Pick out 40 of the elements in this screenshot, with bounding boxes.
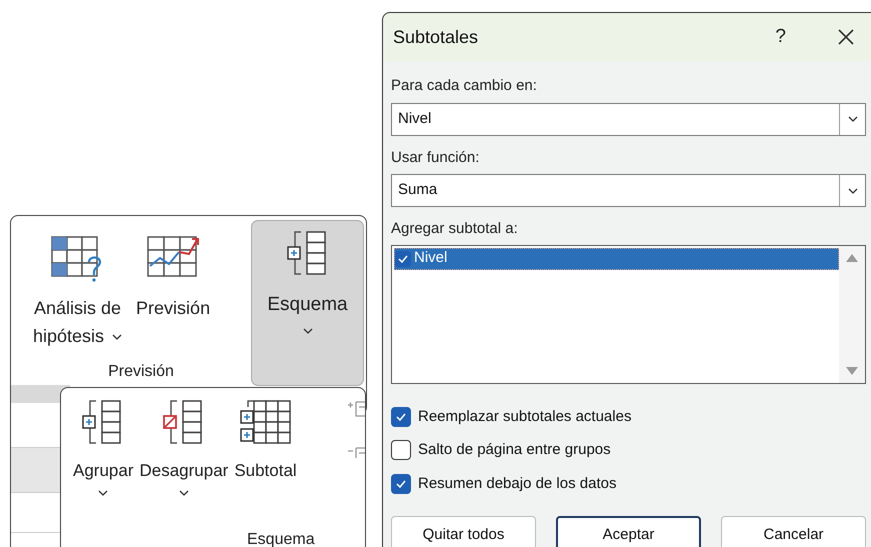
list-item-label: Nivel <box>414 248 448 268</box>
ribbon-button[interactable]: Agrupar <box>73 398 134 496</box>
combo-value: Nivel <box>397 108 432 129</box>
ribbon-button[interactable]: Esquema <box>251 220 364 386</box>
scrollbar[interactable] <box>839 246 865 382</box>
ribbon-button[interactable]: Previsión <box>134 234 212 350</box>
group-label: Previsión <box>107 362 174 382</box>
checkbox[interactable] <box>391 406 411 427</box>
checkbox[interactable] <box>395 250 411 266</box>
ribbon-button[interactable]: Desagrupar <box>139 398 228 496</box>
subtotal-listbox[interactable]: Nivel <box>391 244 866 384</box>
list-item[interactable]: Nivel <box>394 248 839 270</box>
checkbox[interactable] <box>391 474 411 494</box>
checkbox-label: Reemplazar subtotales actuales <box>418 406 632 426</box>
combo-value: Suma <box>397 180 438 200</box>
checkmark-icon <box>396 412 406 421</box>
close-icon[interactable] <box>838 29 854 45</box>
checkmark-icon <box>398 254 408 262</box>
ribbon-button[interactable]: Análisis de hipótesis <box>31 234 124 350</box>
checkbox[interactable] <box>391 440 411 460</box>
help-button[interactable]: ? <box>775 22 786 52</box>
scroll-down-icon[interactable] <box>846 366 858 374</box>
chevron-down-icon <box>848 116 858 122</box>
function-dropdown[interactable]: Suma <box>391 174 866 207</box>
dialog-button[interactable]: Aceptar <box>556 516 702 547</box>
ribbon-button[interactable]: Subtotal <box>234 398 297 496</box>
window-title: Subtotales <box>393 26 478 48</box>
checkmark-icon <box>396 480 406 488</box>
checkbox-label: Resumen debajo de los datos <box>418 474 616 494</box>
change-field-dropdown[interactable]: Nivel <box>391 102 866 136</box>
dialog-button[interactable]: Quitar todos <box>391 516 536 547</box>
scroll-up-icon[interactable] <box>846 254 858 262</box>
checkbox-label: Salto de página entre grupos <box>418 440 611 460</box>
chevron-down-icon <box>848 188 858 194</box>
group-label: Esquema <box>247 530 315 547</box>
subtotal-icon <box>238 398 294 446</box>
dialog-button[interactable]: Cancelar <box>721 516 866 547</box>
field-label: Usar función: <box>391 148 480 168</box>
field-label: Para cada cambio en: <box>391 76 538 96</box>
field-label: Agregar subtotal a: <box>391 219 519 239</box>
